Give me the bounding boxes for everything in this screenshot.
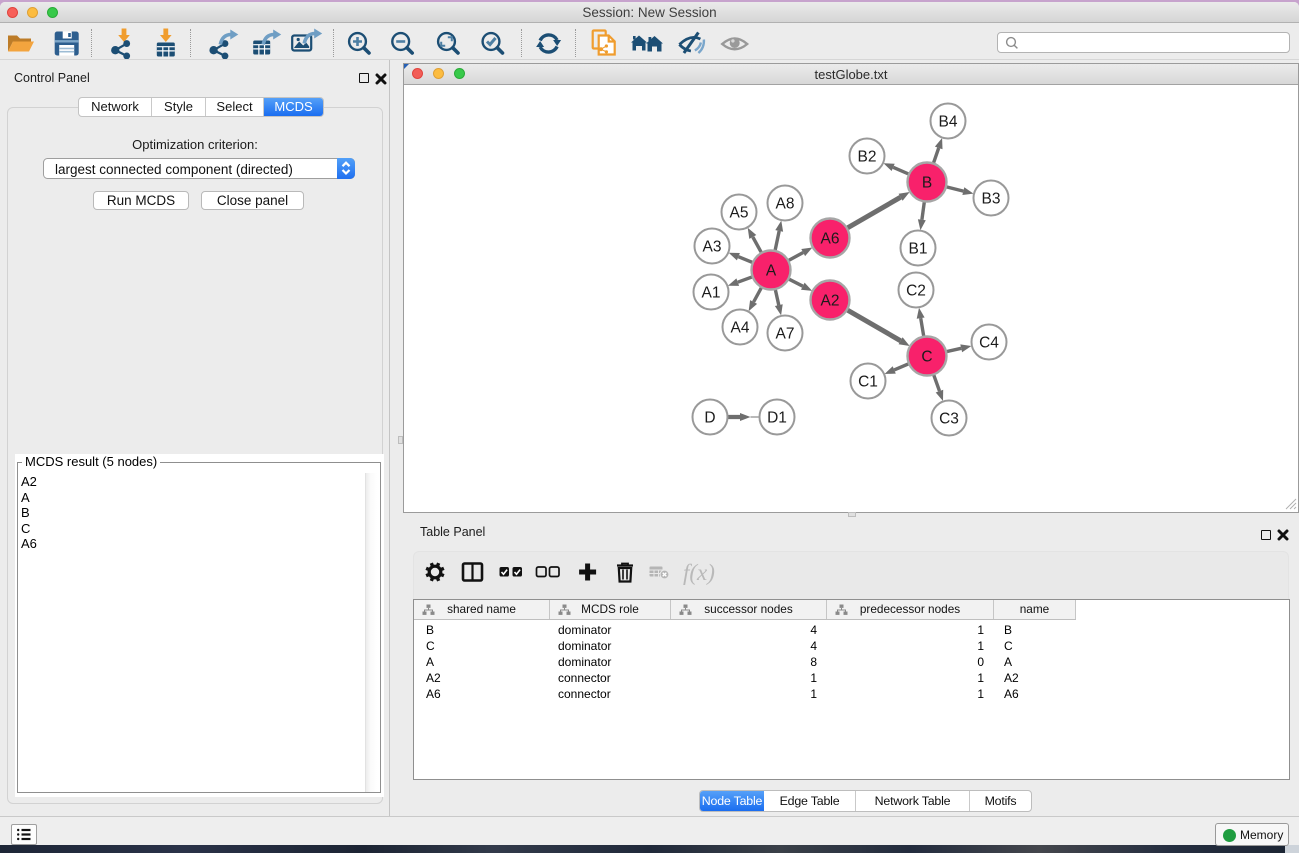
svg-text:A1: A1 — [702, 285, 721, 302]
svg-text:A3: A3 — [703, 239, 722, 256]
svg-text:D1: D1 — [767, 410, 787, 427]
svg-text:A5: A5 — [730, 205, 749, 222]
svg-text:C: C — [921, 349, 932, 366]
svg-text:A8: A8 — [776, 196, 795, 213]
svg-text:f(x): f(x) — [683, 560, 715, 585]
svg-text:C1: C1 — [858, 374, 878, 391]
svg-text:A: A — [766, 263, 777, 280]
svg-text:A6: A6 — [821, 231, 840, 248]
svg-text:B4: B4 — [939, 114, 958, 131]
svg-text:B2: B2 — [858, 149, 877, 166]
svg-text:A2: A2 — [821, 293, 840, 310]
svg-text:B1: B1 — [909, 241, 928, 258]
svg-text:B3: B3 — [982, 191, 1001, 208]
svg-text:D: D — [704, 410, 715, 427]
svg-text:B: B — [922, 175, 932, 192]
svg-text:A4: A4 — [731, 320, 750, 337]
svg-text:C2: C2 — [906, 283, 926, 300]
svg-text:A7: A7 — [776, 326, 795, 343]
svg-text:C3: C3 — [939, 411, 959, 428]
svg-text:C4: C4 — [979, 335, 999, 352]
